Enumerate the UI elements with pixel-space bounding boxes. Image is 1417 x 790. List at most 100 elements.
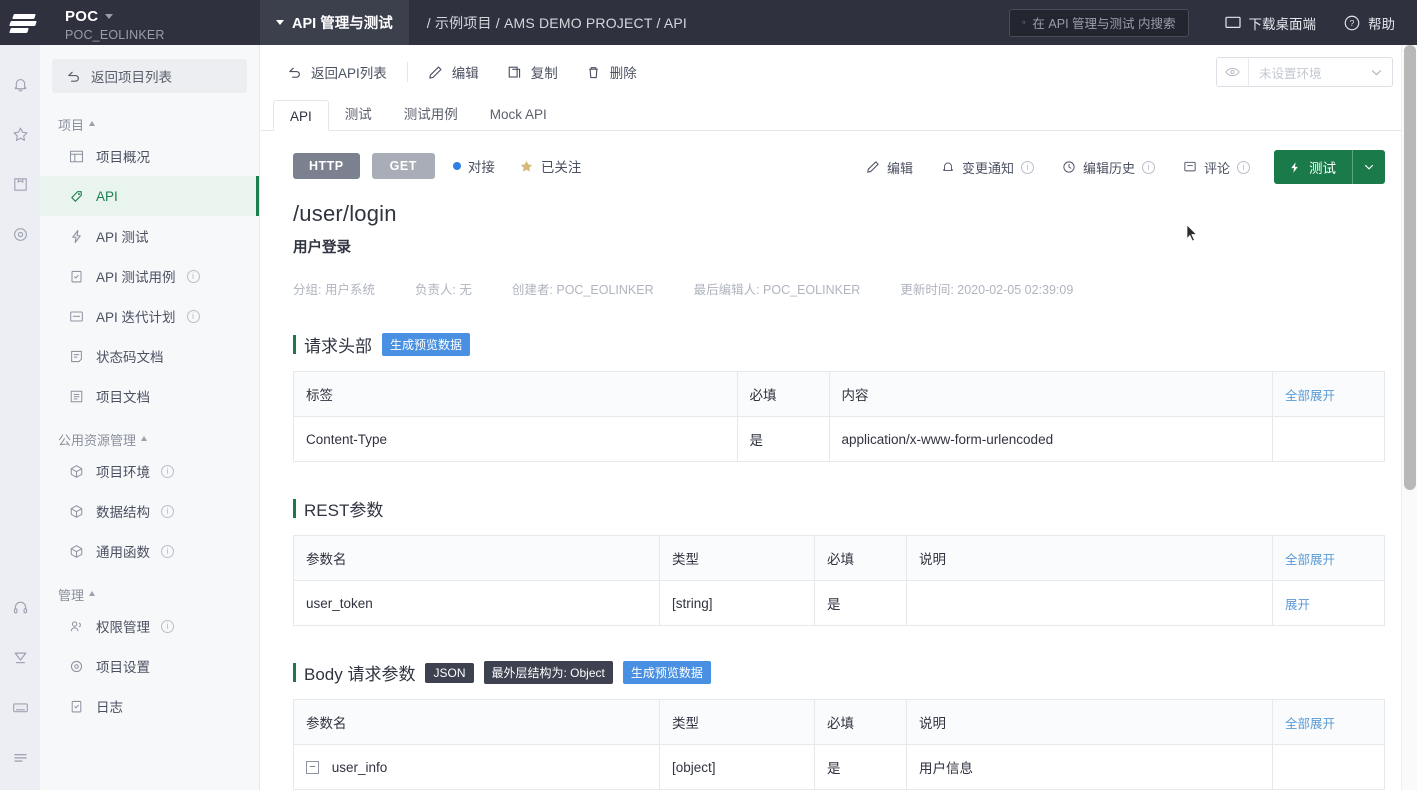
- tab-test[interactable]: 测试: [329, 99, 388, 130]
- status-badge[interactable]: 对接: [452, 156, 495, 176]
- sidebar-item-log[interactable]: 日志: [40, 686, 259, 726]
- sidebar-item-api-test-case[interactable]: API 测试用例 i: [40, 256, 259, 296]
- project-name: POC: [65, 7, 99, 25]
- expand-link[interactable]: 展开: [1285, 598, 1310, 612]
- sidebar-item-project-env[interactable]: 项目环境 i: [40, 451, 259, 491]
- tab-mock-api[interactable]: Mock API: [474, 99, 563, 130]
- rail-item-support[interactable]: [0, 582, 40, 632]
- sidebar-item-permission[interactable]: 权限管理 i: [40, 606, 259, 646]
- rail-item-favorites[interactable]: [0, 109, 40, 159]
- breadcrumb[interactable]: / 示例项目 / AMS DEMO PROJECT / API: [409, 0, 705, 45]
- sidebar-item-project-settings[interactable]: 项目设置: [40, 646, 259, 686]
- sidebar-item-api[interactable]: API: [40, 176, 259, 216]
- info-icon[interactable]: i: [186, 309, 200, 323]
- back-arrow-icon: [68, 71, 79, 82]
- cell-type: [object]: [659, 744, 815, 790]
- download-desktop-button[interactable]: 下载桌面端: [1211, 13, 1331, 33]
- project-switcher[interactable]: POC POC_EOLINKER: [45, 0, 260, 45]
- sidebar-item-label: 状态码文档: [96, 350, 164, 365]
- book-icon: [68, 389, 85, 404]
- info-icon[interactable]: i: [1237, 160, 1250, 174]
- cell-required: 是: [736, 416, 830, 462]
- app-logo[interactable]: [0, 0, 45, 45]
- lightning-icon: [68, 229, 85, 244]
- download-desktop-label: 下载桌面端: [1248, 16, 1317, 32]
- info-icon[interactable]: i: [161, 619, 174, 633]
- meta-creator: 创建者: POC_EOLINKER: [511, 283, 654, 297]
- chevron-up-icon: [141, 436, 148, 441]
- expand-all-link[interactable]: 全部展开: [1285, 389, 1335, 403]
- rest-params-label: REST参数: [304, 501, 384, 520]
- request-headers-title: 请求头部 生成预览数据: [293, 332, 1385, 357]
- sidebar-group-project[interactable]: 项目: [40, 101, 259, 136]
- sidebar-item-project-overview[interactable]: 项目概况: [40, 136, 259, 176]
- info-icon[interactable]: i: [161, 544, 174, 558]
- status-dot-icon: [452, 162, 461, 170]
- gear-icon: [68, 659, 85, 674]
- module-tab-api-management[interactable]: API 管理与测试: [260, 0, 409, 45]
- global-search-input[interactable]: 在 API 管理与测试 内搜索: [1008, 8, 1189, 37]
- sidebar-item-label: 项目概况: [96, 150, 150, 165]
- vertical-scrollbar[interactable]: [1401, 45, 1417, 790]
- scrollbar-thumb[interactable]: [1404, 45, 1416, 490]
- copy-label: 复制: [530, 66, 558, 81]
- trash-icon: [588, 66, 598, 78]
- sidebar-item-api-test[interactable]: API 测试: [40, 216, 259, 256]
- api-change-notify-button[interactable]: 变更通知 i: [927, 158, 1048, 177]
- cell-label: Content-Type: [293, 416, 738, 462]
- cube-icon: [68, 464, 85, 479]
- menu-icon: [13, 753, 27, 762]
- edit-button[interactable]: 编辑: [414, 57, 493, 87]
- back-to-project-list-button[interactable]: 返回项目列表: [52, 59, 247, 93]
- expand-all-link[interactable]: 全部展开: [1285, 553, 1335, 567]
- rail-bottom-group: [0, 582, 40, 790]
- api-edit-button[interactable]: 编辑: [852, 158, 927, 177]
- api-edit-history-button[interactable]: 编辑历史 i: [1048, 158, 1169, 177]
- api-comment-button[interactable]: 评论 i: [1169, 158, 1264, 177]
- sidebar-item-data-structure[interactable]: 数据结构 i: [40, 491, 259, 531]
- tab-api[interactable]: API: [273, 100, 329, 131]
- api-toolbar: 返回API列表 编辑 复制 删除 未设置环境: [261, 45, 1417, 99]
- test-button[interactable]: 测试: [1274, 150, 1385, 184]
- rest-params-table: 参数名 类型 必填 说明 全部展开 user_token [string] 是 …: [293, 535, 1385, 626]
- sidebar-item-label: API 迭代计划: [96, 310, 176, 325]
- help-button[interactable]: ? 帮助: [1330, 13, 1417, 33]
- rail-item-notifications[interactable]: [0, 59, 40, 109]
- rail-item-download[interactable]: [0, 632, 40, 682]
- generate-preview-data-button[interactable]: 生成预览数据: [382, 333, 471, 356]
- sidebar-item-api-iteration-plan[interactable]: API 迭代计划 i: [40, 296, 259, 336]
- rail-item-collapse[interactable]: [0, 732, 40, 782]
- chevron-down-icon: [1371, 63, 1392, 81]
- info-icon[interactable]: i: [161, 464, 174, 478]
- api-edit-history-label: 编辑历史: [1082, 160, 1135, 176]
- copy-button[interactable]: 复制: [493, 57, 572, 87]
- generate-preview-data-button[interactable]: 生成预览数据: [622, 661, 711, 684]
- sidebar-group-public-resources[interactable]: 公用资源管理: [40, 416, 259, 451]
- sidebar-group-management[interactable]: 管理: [40, 571, 259, 606]
- rail-item-inbox[interactable]: [0, 159, 40, 209]
- follow-badge[interactable]: 已关注: [519, 156, 581, 176]
- back-to-api-list-button[interactable]: 返回API列表: [273, 57, 401, 87]
- info-icon[interactable]: i: [186, 269, 200, 283]
- sidebar-item-status-code-doc[interactable]: 状态码文档: [40, 336, 259, 376]
- sidebar-item-project-doc[interactable]: 项目文档: [40, 376, 259, 416]
- api-path: /user/login: [293, 201, 397, 226]
- body-structure-tag: 最外层结构为: Object: [483, 661, 613, 684]
- bell-icon: [943, 162, 953, 171]
- body-params-title: Body 请求参数 JSON 最外层结构为: Object 生成预览数据: [293, 660, 1385, 685]
- rail-item-shortcuts[interactable]: [0, 682, 40, 732]
- sidebar-item-common-function[interactable]: 通用函数 i: [40, 531, 259, 571]
- lightning-icon: [1291, 161, 1298, 173]
- info-icon[interactable]: i: [161, 504, 174, 518]
- delete-button[interactable]: 删除: [572, 57, 651, 87]
- expand-all-link[interactable]: 全部展开: [1285, 717, 1335, 731]
- info-icon[interactable]: i: [1020, 160, 1034, 174]
- doc-icon: [68, 349, 85, 364]
- collapse-toggle-icon[interactable]: −: [306, 761, 319, 775]
- meta-update-time: 更新时间: 2020-02-05 02:39:09: [900, 283, 1074, 297]
- info-icon[interactable]: i: [1141, 160, 1155, 174]
- rail-item-settings[interactable]: [0, 209, 40, 259]
- tab-test-case[interactable]: 测试用例: [388, 99, 474, 130]
- environment-select[interactable]: 未设置环境: [1216, 57, 1393, 87]
- test-dropdown-toggle[interactable]: [1352, 150, 1385, 184]
